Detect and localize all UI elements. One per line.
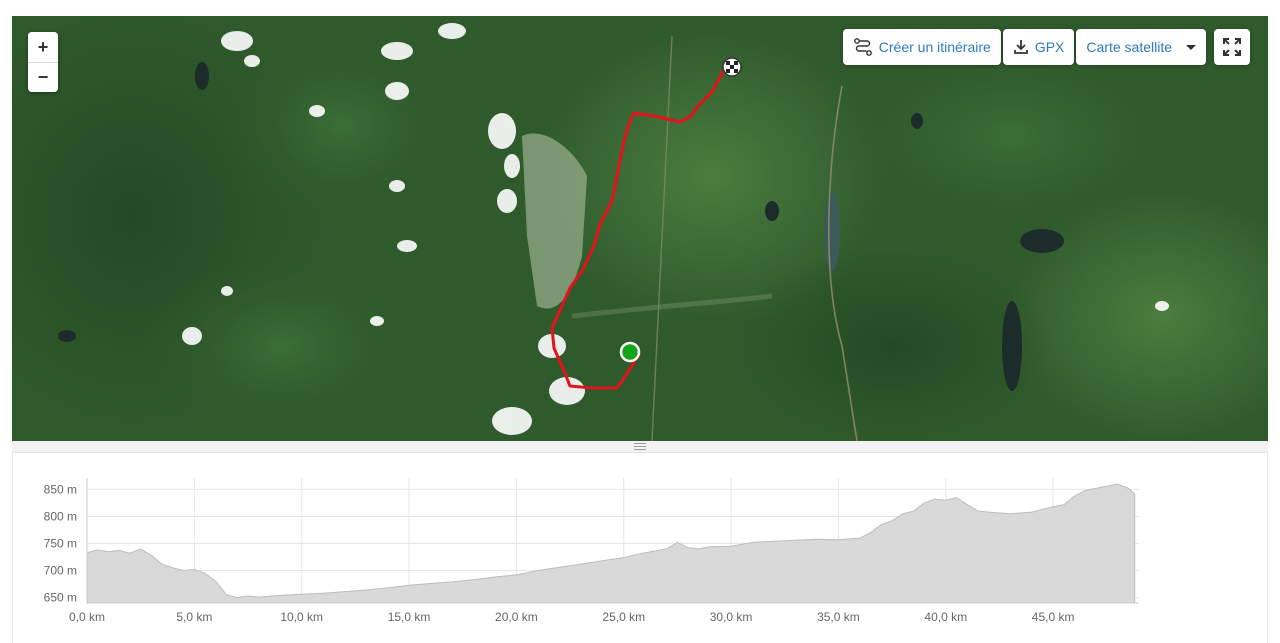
y-tick-label: 750 m: [44, 537, 77, 551]
x-tick-label: 40,0 km: [924, 610, 967, 624]
panel-resize-handle[interactable]: [12, 441, 1268, 453]
zoom-in-button[interactable]: +: [28, 32, 58, 62]
download-icon: [1013, 40, 1028, 54]
y-tick-label: 850 m: [44, 482, 77, 496]
satellite-imagery: [12, 16, 1268, 441]
x-tick-label: 30,0 km: [710, 610, 753, 624]
y-tick-label: 700 m: [44, 564, 77, 578]
gpx-download-button[interactable]: GPX: [1002, 29, 1075, 65]
map-view[interactable]: + − Créer un itinéraire GPX Carte satell…: [12, 16, 1268, 441]
x-tick-label: 25,0 km: [602, 610, 645, 624]
x-tick-label: 35,0 km: [817, 610, 860, 624]
x-tick-label: 45,0 km: [1032, 610, 1075, 624]
x-tick-label: 5,0 km: [176, 610, 212, 624]
caret-down-icon: [1186, 44, 1196, 50]
x-tick-label: 15,0 km: [388, 610, 431, 624]
elevation-chart: 0,0 km 5,0 km 10,0 km 15,0 km 20,0 km 25,0 km…: [44, 478, 1139, 624]
y-tick-label: 800 m: [44, 509, 77, 523]
gpx-label: GPX: [1034, 39, 1065, 55]
elevation-profile[interactable]: 0,0 km 5,0 km 10,0 km 15,0 km 20,0 km 25,0 km…: [12, 453, 1268, 643]
create-route-button[interactable]: Créer un itinéraire: [842, 29, 1001, 65]
grip-icon: [634, 443, 646, 450]
route-icon: [853, 38, 872, 56]
start-marker: [619, 341, 641, 363]
x-tick-label: 10,0 km: [280, 610, 323, 624]
finish-flag-marker: [722, 57, 742, 77]
basemap-select[interactable]: Carte satellite: [1076, 29, 1206, 65]
basemap-label: Carte satellite: [1086, 39, 1172, 55]
zoom-control: + −: [28, 32, 58, 92]
x-tick-label: 20,0 km: [495, 610, 538, 624]
map-toolbar: Créer un itinéraire GPX Carte satellite: [842, 29, 1206, 65]
y-tick-label: 650 m: [44, 591, 77, 605]
fullscreen-icon: [1223, 38, 1241, 56]
fullscreen-button[interactable]: [1214, 29, 1250, 65]
x-tick-label: 0,0 km: [69, 610, 105, 624]
zoom-out-button[interactable]: −: [28, 62, 58, 92]
create-route-label: Créer un itinéraire: [878, 39, 991, 55]
